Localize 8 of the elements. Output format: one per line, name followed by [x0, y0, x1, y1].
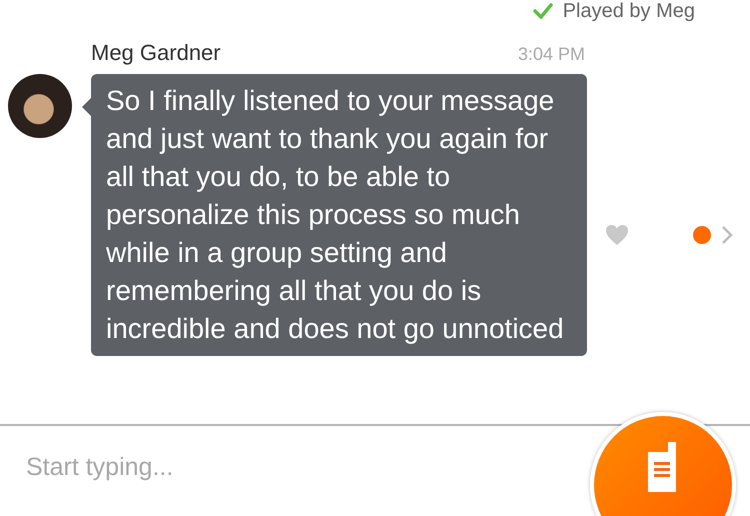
message-text: So I finally listened to your message and just want to thank you again for all that you do, to be able to personalize this process so much while in a group setting and remembering all that you do is incredible and does not go unnoticed	[106, 84, 565, 346]
sender-name: Meg Gardner	[91, 40, 221, 66]
heart-icon[interactable]	[605, 224, 629, 246]
walkie-talkie-icon	[648, 442, 678, 492]
message-input[interactable]: Start typing...	[24, 452, 428, 483]
message-time: 3:04 PM	[518, 44, 585, 65]
chevron-right-icon[interactable]	[721, 225, 733, 245]
played-status: Played by Meg	[562, 0, 695, 22]
